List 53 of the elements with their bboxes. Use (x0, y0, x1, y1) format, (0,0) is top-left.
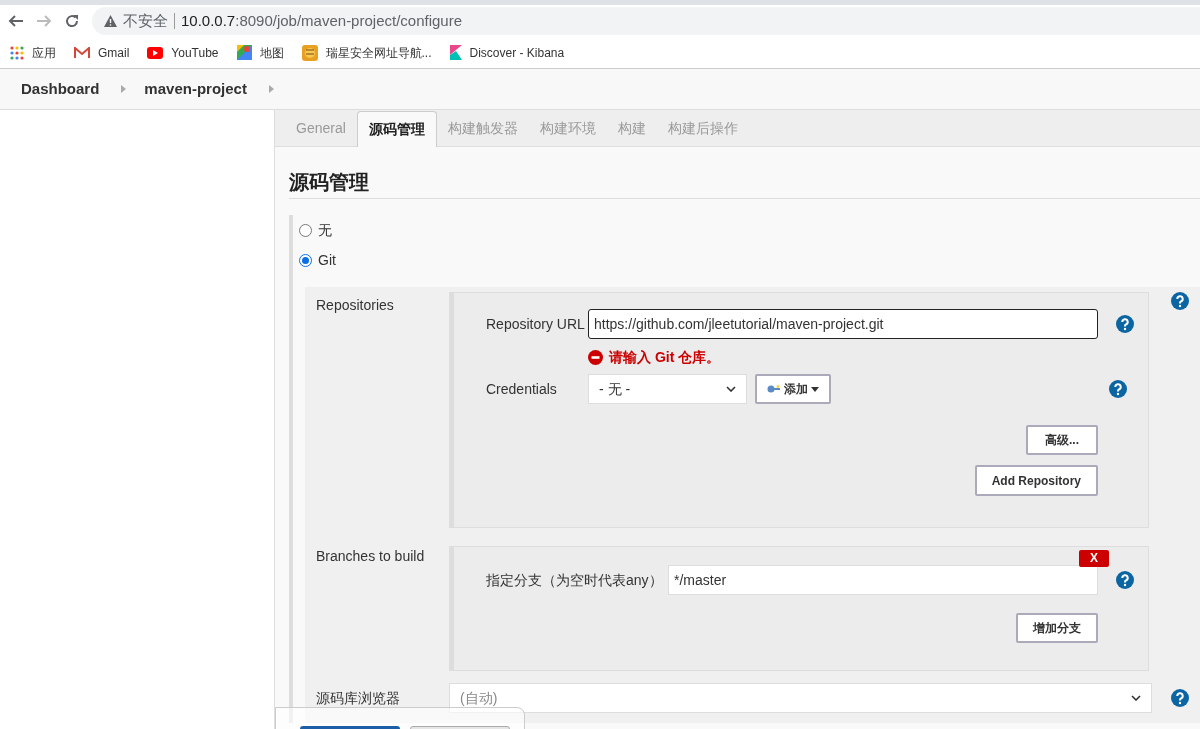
chevron-icon (268, 85, 274, 93)
chevron-icon (121, 85, 127, 93)
radio-button[interactable] (299, 253, 312, 267)
caret-icon (811, 386, 819, 392)
breadcrumb-link[interactable]: Dashboard (21, 77, 100, 101)
bookmark[interactable]: 地图 (236, 43, 284, 62)
field-label: 源码库浏览器 (315, 688, 401, 708)
bookmark[interactable]: YouTube (147, 43, 219, 62)
field-label: 指定分支（为空时代表any） (485, 570, 664, 590)
advanced-button[interactable]: 高级... (1026, 425, 1098, 455)
field-label: Credentials (485, 379, 558, 399)
delete-button[interactable]: X (1079, 550, 1109, 567)
help-icon[interactable] (1116, 315, 1134, 333)
field-label: Repositories (315, 296, 395, 315)
map-pin-icon (236, 45, 252, 60)
error-message: 请输入 Git 仓库。 (609, 348, 721, 367)
help-icon[interactable] (1116, 571, 1134, 589)
error-icon (588, 350, 603, 365)
url-text: 10.0.0.7:8090/job/maven-project/configure (181, 10, 463, 31)
chevron-down-icon (726, 386, 736, 392)
mail-icon (74, 46, 90, 59)
browser-dropdown[interactable]: (自动) (449, 683, 1152, 713)
bookmark[interactable]: Discover - Kibana (449, 43, 565, 62)
tab[interactable]: 源码管理 (356, 111, 437, 147)
key-icon (767, 385, 781, 393)
warning-icon (104, 15, 117, 27)
bookmark[interactable]: 瑞星安全网址导航... (301, 43, 432, 62)
chevron-down-icon (1131, 695, 1141, 701)
field-label: Branches to build (315, 547, 426, 566)
help-icon[interactable] (1171, 292, 1189, 310)
section-heading: 源码管理 (289, 167, 1200, 199)
kibana-logo-icon (449, 45, 462, 60)
help-icon[interactable] (1171, 689, 1189, 707)
address-bar[interactable]: 不安全 10.0.0.7:8090/job/maven-project/configure (92, 7, 1200, 35)
help-icon[interactable] (1109, 380, 1127, 398)
play-icon (147, 46, 164, 59)
breadcrumb-link[interactable]: maven-project (144, 77, 247, 101)
apps-grid-icon (10, 45, 24, 60)
field-label: Repository URL (485, 314, 586, 334)
credentials-dropdown[interactable]: - 无 - (588, 374, 747, 404)
radio-button[interactable] (299, 223, 312, 237)
branch-input[interactable]: */master (668, 565, 1098, 595)
reload-icon[interactable] (64, 13, 80, 29)
bookmark[interactable]: Gmail (74, 43, 130, 62)
url-input[interactable]: https://github.com/jleetutorial/maven-project.git (588, 309, 1098, 339)
add-repository-button[interactable]: Add Repository (974, 465, 1098, 496)
radio-option[interactable]: Git (299, 245, 1200, 275)
back-arrow-icon[interactable] (8, 13, 24, 29)
security-label: 不安全 (123, 10, 168, 31)
add-credentials-button[interactable]: 添加 (755, 374, 831, 404)
radio-option[interactable]: 无 (299, 215, 1200, 245)
add-branch-button[interactable]: 增加分支 (1016, 613, 1098, 643)
bookmark[interactable]: 应用 (10, 43, 56, 62)
